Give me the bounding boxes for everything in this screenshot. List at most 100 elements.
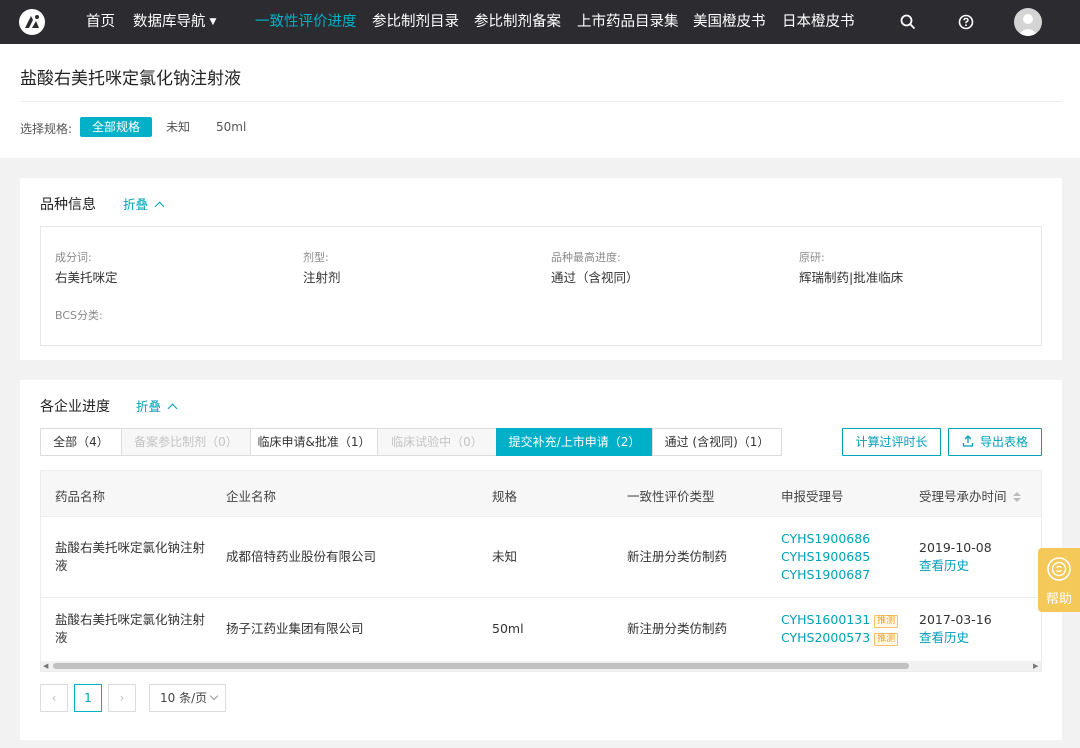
nav-reference-filing[interactable]: 参比制剂备案 — [474, 0, 561, 44]
tab-all[interactable]: 全部（4） — [40, 428, 122, 456]
spec-cell: 未知 — [492, 549, 518, 564]
page-number-button[interactable]: 1 — [74, 684, 102, 712]
chevron-down-icon — [209, 691, 219, 701]
page-header: 盐酸右美托咪定氯化钠注射液 选择规格: 全部规格 未知 50ml — [0, 44, 1080, 158]
calc-duration-button[interactable]: 计算过评时长 — [842, 428, 941, 456]
logo-icon[interactable] — [19, 9, 45, 35]
company-cell: 成都倍特药业股份有限公司 — [226, 549, 377, 564]
spec-option-all[interactable]: 全部规格 — [80, 117, 153, 137]
spec-cell: 50ml — [492, 621, 524, 636]
type-cell: 新注册分类仿制药 — [627, 621, 728, 636]
inferred-badge: 推测 — [874, 633, 899, 646]
nav-database-label: 数据库导航 — [133, 14, 206, 30]
acceptance-no-link[interactable]: CYHS2000573 — [781, 630, 870, 645]
progress-tabs: 全部（4） 备案参比制剂（0） 临床申请&批准（1） 临床试验中（0） 提交补充… — [40, 428, 782, 456]
page-size-select[interactable]: 10 条/页 — [149, 684, 226, 712]
next-page-button[interactable]: › — [108, 684, 136, 712]
dosage-form-label: 剂型: — [303, 251, 329, 264]
table-row: 盐酸右美托咪定氯化钠注射液 成都倍特药业股份有限公司 未知 新注册分类仿制药 C… — [41, 517, 1041, 598]
tab-reference-filing[interactable]: 备案参比制剂（0） — [121, 428, 251, 456]
tab-passed[interactable]: 通过 (含视同)（1） — [652, 428, 782, 456]
acceptance-no-row: CYHS1600131 推测 — [781, 611, 899, 629]
scroll-left-icon[interactable]: ◀ — [43, 662, 48, 670]
acceptance-no-row: CYHS2000573 推测 — [781, 629, 899, 647]
tab-clinical-application[interactable]: 临床申请&批准（1） — [250, 428, 378, 456]
company-cell: 扬子江药业集团有限公司 — [226, 621, 364, 636]
tab-clinical-trial[interactable]: 临床试验中（0） — [377, 428, 497, 456]
ingredient-label: 成分词: — [55, 251, 92, 264]
help-chat-icon — [1047, 557, 1071, 581]
originator-label: 原研: — [799, 251, 825, 264]
acceptance-no-cell: CYHS1900686 CYHS1900685 CYHS1900687 — [781, 530, 870, 584]
fold-label: 折叠 — [136, 399, 162, 414]
acceptance-no-cell: CYHS1600131 推测 CYHS2000573 推测 — [781, 611, 899, 647]
col-company: 企业名称 — [226, 489, 277, 504]
nav-reference-catalog[interactable]: 参比制剂目录 — [372, 0, 459, 44]
date-cell: 2017-03-16 查看历史 — [919, 611, 992, 647]
view-history-link[interactable]: 查看历史 — [919, 629, 992, 647]
inferred-badge: 推测 — [874, 615, 899, 628]
help-circle-icon[interactable] — [957, 13, 975, 31]
view-history-link[interactable]: 查看历史 — [919, 557, 992, 575]
page-size-value: 10 条/页 — [160, 691, 208, 705]
highest-progress-label: 品种最高进度: — [551, 251, 621, 264]
scroll-right-icon[interactable]: ▶ — [1033, 662, 1038, 670]
nav-us-orange-book[interactable]: 美国橙皮书 — [693, 0, 766, 44]
tab-supplement-market-application[interactable]: 提交补充/上市申请（2） — [496, 428, 653, 456]
chevron-up-icon — [154, 201, 165, 212]
col-drug-name: 药品名称 — [55, 489, 106, 504]
nav-japan-orange-book[interactable]: 日本橙皮书 — [782, 0, 855, 44]
help-float-button[interactable]: 帮助 — [1038, 548, 1080, 612]
variety-info-title: 品种信息 — [40, 197, 96, 213]
acceptance-no-link[interactable]: CYHS1900685 — [781, 548, 870, 566]
ingredient-value: 右美托咪定 — [55, 270, 118, 285]
spec-label: 选择规格: — [20, 122, 73, 136]
acceptance-no-link[interactable]: CYHS1600131 — [781, 612, 870, 627]
col-acceptance-no: 申报受理号 — [781, 489, 844, 504]
col-evaluation-type: 一致性评价类型 — [627, 489, 715, 504]
spec-option-50ml[interactable]: 50ml — [216, 117, 246, 137]
bcs-label: BCS分类: — [55, 309, 103, 322]
progress-table: 药品名称 企业名称 规格 一致性评价类型 申报受理号 受理号承办时间 盐酸右美托… — [40, 470, 1042, 672]
variety-fold-toggle[interactable]: 折叠 — [123, 194, 165, 213]
col-acceptance-date-label: 受理号承办时间 — [919, 489, 1007, 504]
search-icon[interactable] — [899, 13, 917, 31]
nav-consistency-progress[interactable]: 一致性评价进度 — [255, 0, 357, 44]
drug-name-cell: 盐酸右美托咪定氯化钠注射液 — [55, 540, 206, 573]
drug-name-cell: 盐酸右美托咪定氯化钠注射液 — [55, 612, 206, 645]
prev-page-button[interactable]: ‹ — [40, 684, 68, 712]
export-table-button[interactable]: 导出表格 — [948, 428, 1042, 456]
acceptance-date: 2019-10-08 — [919, 540, 992, 555]
upload-icon — [962, 435, 974, 447]
top-nav-bar: 首页 数据库导航 ▼ 一致性评价进度 参比制剂目录 参比制剂备案 上市药品目录集 … — [0, 0, 1080, 44]
avatar[interactable] — [1014, 8, 1042, 36]
type-cell: 新注册分类仿制药 — [627, 549, 728, 564]
help-label: 帮助 — [1045, 592, 1072, 607]
date-cell: 2019-10-08 查看历史 — [919, 539, 992, 575]
highest-progress-value: 通过（含视同） — [551, 270, 639, 285]
scrollbar-thumb[interactable] — [53, 663, 909, 669]
dosage-form-value: 注射剂 — [303, 270, 341, 285]
variety-info-box: 成分词: 右美托咪定 剂型: 注射剂 品种最高进度: 通过（含视同） 原研: 辉… — [40, 226, 1042, 346]
table-row: 盐酸右美托咪定氯化钠注射液 扬子江药业集团有限公司 50ml 新注册分类仿制药 … — [41, 598, 1041, 662]
col-spec: 规格 — [492, 489, 518, 504]
nav-database-dropdown[interactable]: 数据库导航 ▼ — [133, 0, 216, 44]
sort-icon — [1012, 492, 1021, 502]
nav-home[interactable]: 首页 — [86, 0, 115, 44]
export-label: 导出表格 — [979, 435, 1028, 449]
chevron-up-icon — [167, 403, 178, 414]
acceptance-date: 2017-03-16 — [919, 612, 992, 627]
progress-fold-toggle[interactable]: 折叠 — [136, 396, 178, 415]
fold-label: 折叠 — [123, 197, 149, 212]
horizontal-scrollbar[interactable]: ◀ ▶ — [41, 661, 1041, 671]
enterprise-progress-card: 各企业进度 折叠 全部（4） 备案参比制剂（0） 临床申请&批准（1） 临床试验… — [20, 380, 1062, 740]
divider — [20, 101, 1062, 102]
spec-option-unknown[interactable]: 未知 — [166, 117, 190, 137]
acceptance-no-link[interactable]: CYHS1900687 — [781, 566, 870, 584]
col-acceptance-date[interactable]: 受理号承办时间 — [919, 486, 1021, 505]
originator-value: 辉瑞制药|批准临床 — [799, 270, 904, 285]
acceptance-no-link[interactable]: CYHS1900686 — [781, 530, 870, 548]
nav-marketed-drugs[interactable]: 上市药品目录集 — [577, 0, 679, 44]
enterprise-progress-title: 各企业进度 — [40, 399, 110, 415]
table-header: 药品名称 企业名称 规格 一致性评价类型 申报受理号 受理号承办时间 — [41, 471, 1041, 517]
